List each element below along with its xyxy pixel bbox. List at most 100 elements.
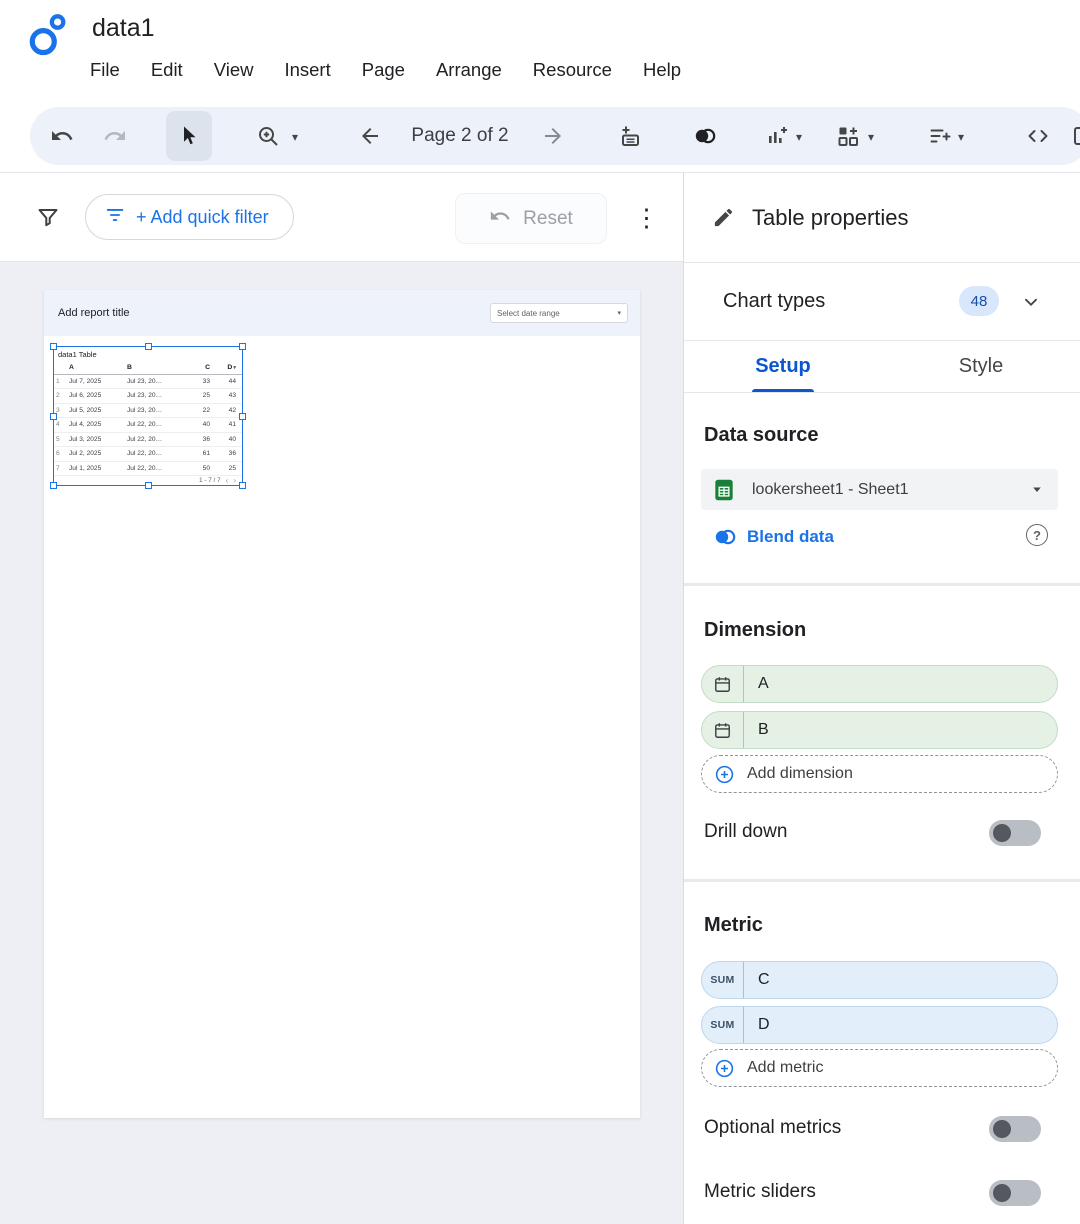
menu-edit[interactable]: Edit [151, 59, 183, 81]
metric-chip-label: C [744, 971, 770, 989]
chart-types-label: Chart types [723, 290, 825, 313]
optional-metrics-toggle[interactable] [989, 1116, 1041, 1142]
menu-page[interactable]: Page [362, 59, 405, 81]
toolbar: ▾ Page 2 of 2 ▾ ▾ ▾ [30, 107, 1080, 165]
resize-handle[interactable] [239, 482, 246, 489]
menu-view[interactable]: View [214, 59, 254, 81]
zoom-caret-icon[interactable]: ▾ [292, 130, 298, 144]
add-filter-caret-icon[interactable]: ▾ [958, 130, 964, 144]
clipped-toolbar-icon[interactable] [1072, 124, 1080, 148]
more-options-icon[interactable]: ⋮ [634, 203, 654, 233]
resize-handle[interactable] [50, 482, 57, 489]
optional-metrics-label: Optional metrics [704, 1117, 841, 1139]
sort-desc-icon: ▾ [233, 365, 236, 371]
zoom-icon[interactable] [256, 124, 280, 148]
metric-sliders-toggle[interactable] [989, 1180, 1041, 1206]
report-page[interactable]: Add report title Select date range ▾ dat… [44, 290, 640, 1118]
properties-panel: Table properties Chart types 48 Setup St… [683, 172, 1080, 1224]
section-divider [684, 583, 1080, 586]
calendar-icon [702, 712, 744, 748]
report-title-placeholder[interactable]: Add report title [58, 307, 130, 319]
resize-handle[interactable] [239, 413, 246, 420]
add-metric-button[interactable]: Add metric [701, 1049, 1058, 1087]
data-source-name: lookersheet1 - Sheet1 [752, 481, 909, 499]
filter-funnel-icon[interactable] [36, 205, 60, 229]
menu-insert[interactable]: Insert [284, 59, 330, 81]
metric-heading: Metric [704, 914, 763, 937]
drill-down-toggle[interactable] [989, 820, 1041, 846]
resize-handle[interactable] [145, 343, 152, 350]
tab-setup[interactable]: Setup [684, 341, 882, 392]
data-source-heading: Data source [704, 424, 819, 447]
looker-studio-app: data1 File Edit View Insert Page Arrange… [0, 0, 1080, 1224]
table-row: 2 Jul 6, 2025 Jul 23, 20… 25 43 [54, 389, 242, 404]
chevron-down-icon[interactable] [1020, 291, 1042, 313]
redo-icon[interactable] [103, 124, 127, 148]
resize-handle[interactable] [145, 482, 152, 489]
select-tool-active[interactable] [166, 111, 212, 161]
menu-help[interactable]: Help [643, 59, 681, 81]
menu-arrange[interactable]: Arrange [436, 59, 502, 81]
aggregation-label[interactable]: SUM [702, 962, 744, 998]
column-header-c[interactable]: C [186, 364, 214, 371]
plus-circle-icon [714, 1058, 735, 1079]
dimension-heading: Dimension [704, 619, 806, 642]
column-header-b[interactable]: B [124, 364, 186, 371]
pagination-next-icon[interactable]: › [233, 476, 236, 485]
add-filter-icon[interactable] [928, 124, 952, 148]
column-header-a[interactable]: A [66, 364, 124, 371]
date-range-control[interactable]: Select date range ▾ [490, 303, 628, 323]
aggregation-label[interactable]: SUM [702, 1007, 744, 1043]
menubar: File Edit View Insert Page Arrange Resou… [90, 59, 681, 81]
google-sheets-icon [711, 477, 737, 503]
blend-venn-icon [712, 525, 738, 548]
previous-page-icon[interactable] [358, 124, 382, 148]
add-chart-caret-icon[interactable]: ▾ [796, 130, 802, 144]
add-quick-filter-button[interactable]: + Add quick filter [85, 194, 294, 240]
report-title[interactable]: data1 [92, 14, 155, 43]
report-canvas[interactable]: Add report title Select date range ▾ dat… [0, 262, 683, 1224]
chart-types-row[interactable]: Chart types 48 [684, 263, 1080, 341]
reset-button[interactable]: Reset [455, 193, 607, 244]
panel-tabs: Setup Style [684, 341, 1080, 393]
resize-handle[interactable] [50, 343, 57, 350]
help-icon[interactable]: ? [1026, 524, 1048, 546]
pagination-label: 1 - 7 / 7 [199, 477, 221, 484]
table-row: 5 Jul 3, 2025 Jul 22, 20… 36 40 [54, 433, 242, 448]
chart-types-count-badge: 48 [959, 286, 999, 316]
pagination-prev-icon[interactable]: ‹ [226, 476, 229, 485]
menu-resource[interactable]: Resource [533, 59, 612, 81]
plus-circle-icon [714, 764, 735, 785]
next-page-icon[interactable] [541, 124, 565, 148]
data-source-selector[interactable]: lookersheet1 - Sheet1 [701, 469, 1058, 510]
table-chart-widget[interactable]: data1 Table A B C D▾ 1 Jul 7, 2025 Jul 2… [53, 346, 243, 486]
metric-chip-c[interactable]: SUM C [701, 961, 1058, 999]
add-control-icon[interactable] [836, 124, 860, 148]
menu-file[interactable]: File [90, 59, 120, 81]
add-dimension-button[interactable]: Add dimension [701, 755, 1058, 793]
filter-list-icon [104, 204, 126, 231]
add-control-caret-icon[interactable]: ▾ [868, 130, 874, 144]
metric-chip-d[interactable]: SUM D [701, 1006, 1058, 1044]
resize-handle[interactable] [50, 413, 57, 420]
panel-title: Table properties [752, 205, 909, 231]
add-page-icon[interactable] [618, 124, 642, 148]
dimension-chip-a[interactable]: A [701, 665, 1058, 703]
undo-icon[interactable] [50, 124, 74, 148]
blend-data-label: Blend data [747, 527, 834, 547]
add-chart-icon[interactable] [766, 124, 790, 148]
column-header-d[interactable]: D▾ [214, 364, 240, 371]
page-indicator[interactable]: Page 2 of 2 [398, 124, 522, 148]
reset-label: Reset [523, 208, 573, 230]
drill-down-label: Drill down [704, 821, 787, 843]
looker-studio-logo-icon[interactable] [28, 12, 70, 60]
panel-header: Table properties [684, 173, 1080, 263]
dimension-chip-b[interactable]: B [701, 711, 1058, 749]
code-icon[interactable] [1026, 124, 1050, 148]
blend-data-link[interactable]: Blend data [712, 525, 834, 548]
dropdown-caret-icon [1028, 480, 1046, 498]
date-range-label: Select date range [497, 309, 560, 318]
tab-style[interactable]: Style [882, 341, 1080, 392]
resize-handle[interactable] [239, 343, 246, 350]
blend-data-icon[interactable] [693, 124, 717, 148]
